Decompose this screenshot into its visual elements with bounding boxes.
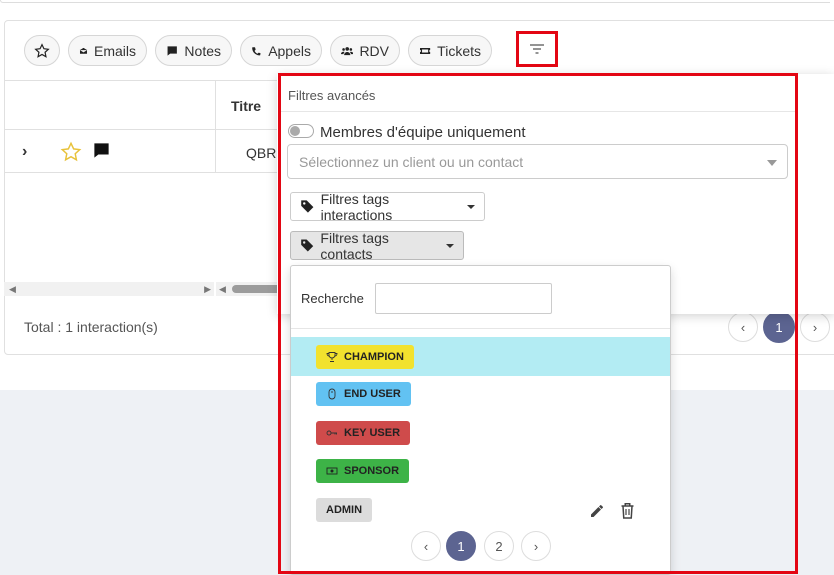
tag-key-user[interactable]: KEY USER [316,421,411,445]
scroll-right-icon[interactable]: ▶ [204,284,211,295]
contacts-tags-label: Filtres tags contacts [320,229,389,262]
meetings-label: RDV [359,42,389,59]
top-divider [0,0,830,3]
total-count: Total : 1 interaction(s) [24,319,158,335]
trophy-icon [326,352,338,362]
page-1-button[interactable]: 1 [763,311,795,343]
caret-down-icon [767,160,777,166]
interactions-tags-dropdown[interactable]: Filtres tags interactions [290,190,485,223]
prev-page-button[interactable]: ‹ [728,312,758,342]
tickets-filter-button[interactable]: Tickets [408,35,492,66]
favorites-filter-button[interactable] [24,35,60,66]
mouse-icon [328,388,336,400]
tag-admin[interactable]: ADMIN [316,498,373,522]
key-icon [326,430,337,436]
trash-icon[interactable] [620,502,635,519]
menu-divider [291,328,670,329]
scroll-left-icon[interactable]: ◀ [9,284,16,295]
contacts-tags-dropdown[interactable]: Filtres tags contacts [290,229,464,262]
column-divider [215,131,216,173]
advanced-filters-title: Filtres avancés [288,88,376,103]
search-label: Recherche [301,291,364,306]
scroll-left-icon[interactable]: ◀ [219,284,226,295]
meetings-filter-button[interactable]: RDV [330,35,400,66]
column-divider [215,81,216,131]
next-page-button[interactable]: › [800,312,830,342]
envelope-icon [79,46,88,54]
tickets-label: Tickets [437,42,481,59]
users-icon [341,46,354,55]
caret-down-icon [467,204,475,209]
tag-label: KEY USER [344,427,401,439]
emails-label: Emails [93,42,136,59]
tag-end-user[interactable]: END USER [316,382,411,406]
tags-next-page-button[interactable]: › [521,531,551,561]
notes-label: Notes [184,42,221,59]
star-icon[interactable] [60,141,82,163]
phone-icon [252,46,262,55]
tag-champion[interactable]: CHAMPION [316,345,414,369]
notes-filter-button[interactable]: Notes [155,35,232,66]
ticket-icon [420,47,431,54]
tag-label: ADMIN [326,504,363,516]
filter-lines-icon [530,44,544,54]
row-title: QBR [246,145,277,161]
comment-icon [167,45,177,56]
title-column-header[interactable]: Titre [231,98,261,114]
client-contact-select[interactable]: Sélectionnez un client ou un contact [287,144,788,179]
comment-icon [94,143,109,158]
calls-label: Appels [268,42,311,59]
expand-row-icon[interactable]: › [22,143,27,161]
calls-filter-button[interactable]: Appels [240,35,322,66]
tag-search-input[interactable] [375,283,552,314]
select-placeholder: Sélectionnez un client ou un contact [299,154,524,170]
tag-label: SPONSOR [344,465,400,477]
team-members-label: Membres d'équipe uniquement [320,124,526,141]
tags-page-2-button[interactable]: 2 [484,531,514,561]
advanced-filter-button[interactable] [516,31,558,67]
team-members-toggle[interactable] [288,124,314,138]
left-scrollbar[interactable]: ◀ ▶ [4,282,214,296]
star-icon [34,42,50,58]
money-icon [326,467,338,475]
tags-page-1-button[interactable]: 1 [446,531,476,561]
panel-divider [280,111,795,112]
tag-icon [301,200,314,213]
pencil-icon[interactable] [589,503,605,519]
tag-label: CHAMPION [344,351,404,363]
caret-down-icon [446,243,454,248]
tags-prev-page-button[interactable]: ‹ [411,531,441,561]
tag-sponsor[interactable]: SPONSOR [316,459,410,483]
interactions-tags-label: Filtres tags interactions [320,190,393,223]
tag-icon [301,239,314,252]
tag-label: END USER [344,388,401,400]
emails-filter-button[interactable]: Emails [68,35,147,66]
